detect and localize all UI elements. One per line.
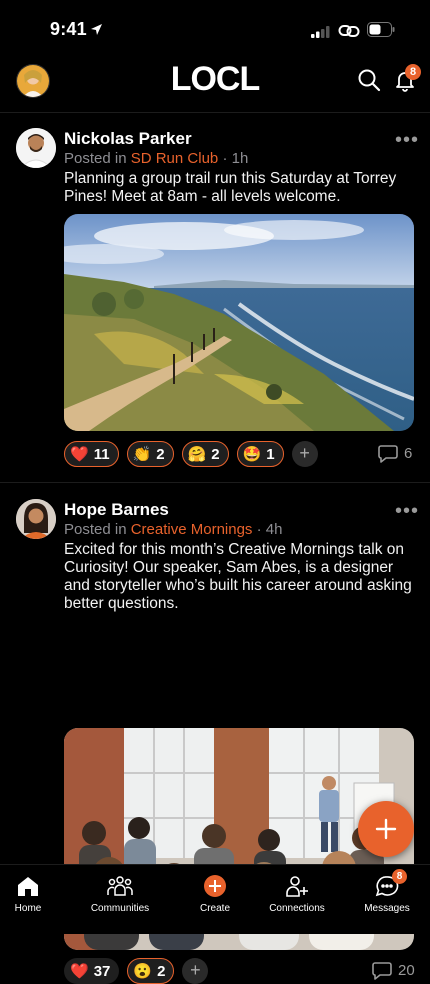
- reaction-count: 37: [93, 962, 111, 980]
- app-header: LOCL 8: [0, 58, 430, 113]
- surprised-icon: 😮: [133, 963, 153, 980]
- link-icon: [338, 25, 360, 37]
- cellular-signal-icon: [311, 26, 330, 38]
- post-time: · 4h: [256, 521, 283, 538]
- notification-badge: 8: [405, 64, 421, 80]
- hug-icon: 🤗: [187, 446, 207, 463]
- post-time: · 1h: [222, 150, 249, 167]
- tab-connections[interactable]: Connections: [254, 873, 340, 914]
- author-name[interactable]: Nickolas Parker: [64, 129, 192, 149]
- add-reaction-button[interactable]: +: [182, 958, 209, 984]
- comment-count: 6: [404, 445, 413, 462]
- post-text: Excited for this month’s Creative Mornin…: [64, 541, 412, 612]
- post-divider: [0, 482, 430, 483]
- tab-communities[interactable]: Communities: [77, 873, 163, 914]
- reaction-bar: ❤️ 37 😮 2 +: [64, 958, 209, 984]
- battery-icon: [367, 22, 395, 37]
- comments-button[interactable]: 20: [372, 961, 415, 980]
- star-struck-icon: 🤩: [242, 446, 262, 463]
- tab-label: Messages: [364, 903, 410, 914]
- heart-icon: ❤️: [70, 963, 89, 980]
- posted-in-label: Posted in: [64, 150, 127, 167]
- create-icon: [204, 875, 226, 897]
- create-post-fab[interactable]: [358, 801, 414, 857]
- reaction-bar: ❤️ 11 👏 2 🤗 2 🤩 1 +: [64, 441, 318, 467]
- tab-messages[interactable]: 8 Messages: [344, 869, 430, 914]
- reaction-heart[interactable]: ❤️ 37: [64, 958, 120, 984]
- home-icon: [18, 877, 38, 896]
- post-meta: Posted in SD Run Club · 1h: [64, 150, 248, 167]
- search-icon[interactable]: [357, 68, 381, 92]
- reaction-count: 1: [266, 445, 275, 463]
- more-options-icon[interactable]: •••: [395, 130, 419, 150]
- author-avatar[interactable]: [16, 499, 56, 539]
- people-group-icon: [107, 876, 133, 896]
- status-bar: 9:41: [0, 0, 430, 58]
- reaction-heart[interactable]: ❤️ 11: [64, 441, 119, 467]
- reaction-count: 11: [93, 445, 110, 463]
- tab-bar: Home Communities Create Connections 8 Me…: [0, 864, 430, 934]
- clap-icon: 👏: [132, 446, 152, 463]
- reaction-count: 2: [157, 962, 166, 980]
- plus-icon: [375, 818, 397, 840]
- post-meta: Posted in Creative Mornings · 4h: [64, 521, 282, 538]
- location-arrow-icon: [91, 24, 102, 35]
- reaction-count: 2: [156, 445, 165, 463]
- reaction-surprised[interactable]: 😮 2: [127, 958, 175, 984]
- tab-home[interactable]: Home: [0, 873, 71, 914]
- tab-label: Communities: [90, 903, 150, 914]
- posted-in-label: Posted in: [64, 521, 127, 538]
- tab-create[interactable]: Create: [172, 873, 258, 914]
- messages-badge: 8: [392, 869, 407, 884]
- comments-button[interactable]: 6: [378, 444, 412, 463]
- tab-label: Connections: [269, 903, 325, 914]
- more-options-icon[interactable]: •••: [395, 501, 419, 521]
- post-text: Planning a group trail run this Saturday…: [64, 170, 397, 205]
- author-name[interactable]: Hope Barnes: [64, 500, 169, 520]
- status-time: 9:41: [50, 19, 87, 39]
- reaction-hug[interactable]: 🤗 2: [181, 441, 229, 467]
- reaction-clap[interactable]: 👏 2: [126, 441, 174, 467]
- comment-icon: [372, 962, 392, 980]
- author-avatar[interactable]: [16, 128, 56, 168]
- heart-icon: ❤️: [70, 446, 89, 463]
- reaction-count: 2: [211, 445, 220, 463]
- comment-count: 20: [398, 962, 415, 979]
- community-link[interactable]: Creative Mornings: [131, 521, 253, 538]
- add-person-icon: [286, 876, 308, 897]
- reaction-star-struck[interactable]: 🤩 1: [236, 441, 284, 467]
- post-image[interactable]: [64, 214, 414, 431]
- tab-label: Create: [199, 903, 230, 914]
- comment-icon: [378, 445, 398, 463]
- add-reaction-button[interactable]: +: [291, 441, 318, 467]
- tab-label: Home: [14, 903, 42, 914]
- community-link[interactable]: SD Run Club: [131, 150, 219, 167]
